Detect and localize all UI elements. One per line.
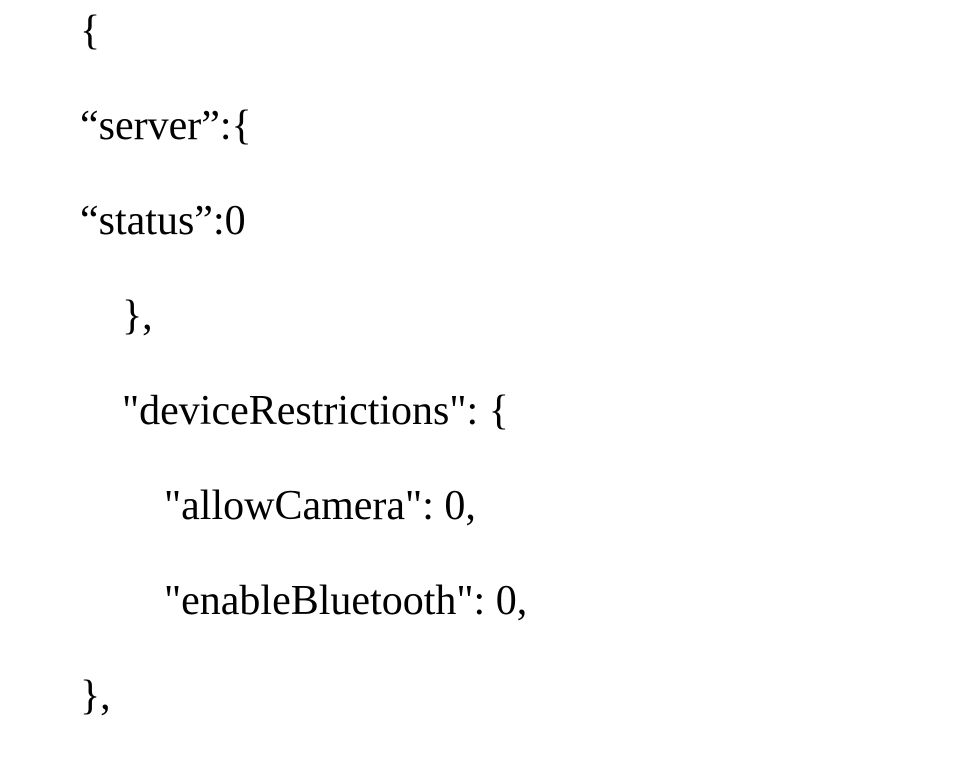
code-line-2: “server”:{	[80, 105, 970, 147]
code-line-3: “status”:0	[80, 200, 970, 242]
code-line-7: "enableBluetooth": 0,	[80, 580, 970, 622]
code-line-5: "deviceRestrictions": {	[80, 390, 970, 432]
code-line-1: {	[80, 10, 970, 52]
code-line-6: "allowCamera": 0,	[80, 485, 970, 527]
code-line-4: },	[80, 295, 970, 337]
code-line-8: },	[80, 675, 970, 717]
